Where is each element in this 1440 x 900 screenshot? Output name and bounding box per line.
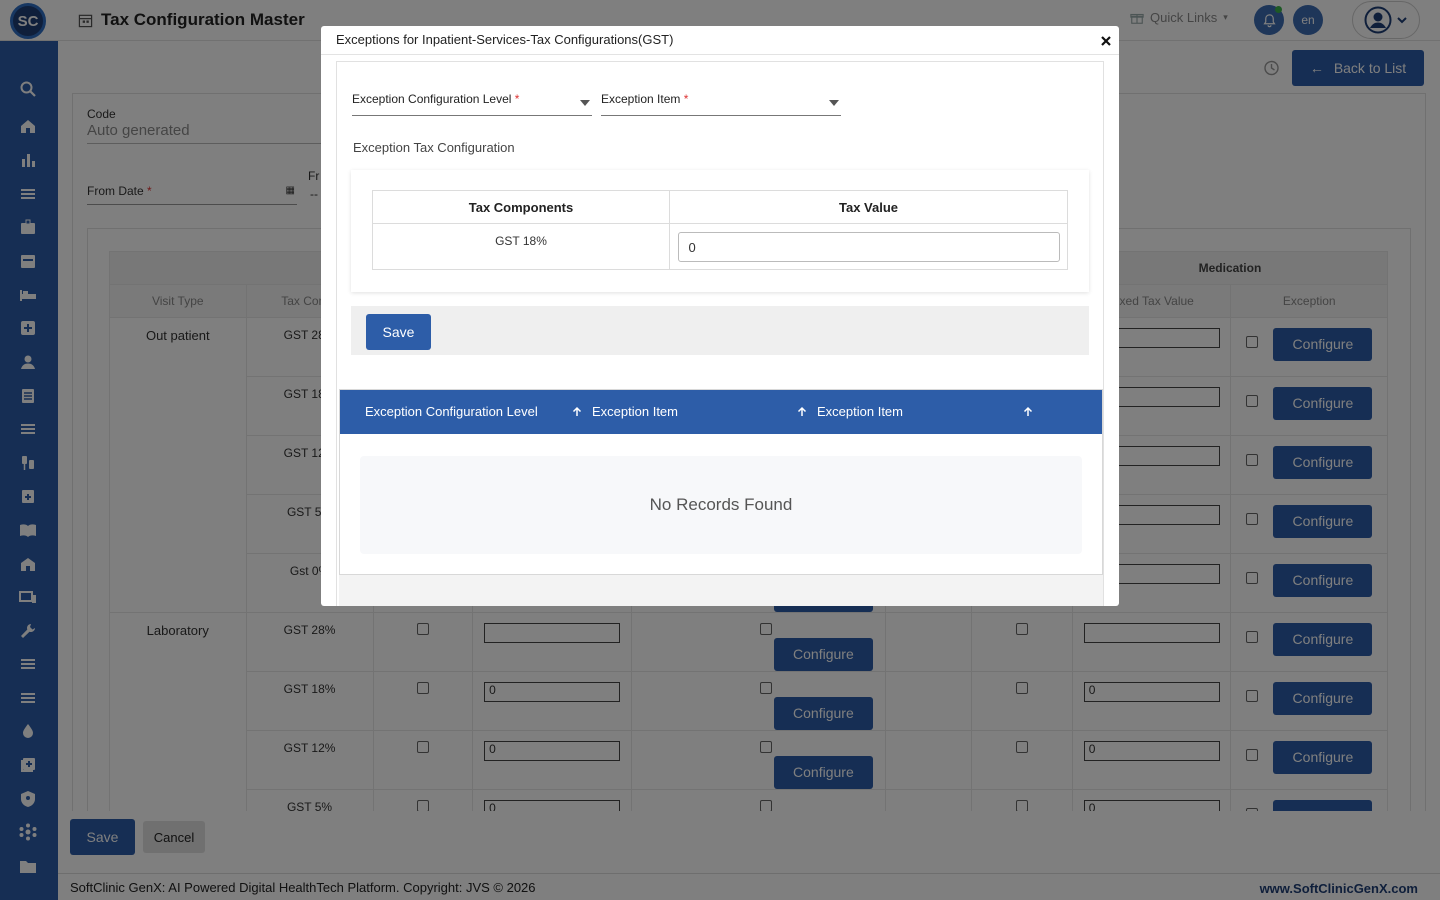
tax-component-cell: GST 18%	[372, 223, 670, 270]
sort-arrow-up-icon[interactable]	[571, 406, 583, 418]
exception-level-label: Exception Configuration Level	[352, 92, 512, 106]
required-mark: *	[683, 92, 689, 106]
exception-item-label: Exception Item	[601, 92, 681, 106]
caret-down-icon	[580, 100, 590, 106]
exception-item-select[interactable]: Exception Item *	[601, 92, 841, 116]
exception-level-select[interactable]: Exception Configuration Level *	[352, 92, 592, 116]
exceptions-grid-footer	[339, 575, 1103, 606]
table-row: GST 18% 0	[372, 223, 1068, 270]
sort-arrow-up-icon[interactable]	[1022, 406, 1034, 418]
tax-config-card: Tax Components Tax Value GST 18% 0	[351, 170, 1089, 292]
required-mark: *	[514, 92, 520, 106]
exception-tax-config-label: Exception Tax Configuration	[353, 140, 515, 155]
tax-value-input[interactable]: 0	[677, 232, 1060, 262]
col-exception-level[interactable]: Exception Configuration Level	[365, 404, 538, 419]
tax-components-header: Tax Components	[372, 190, 670, 224]
no-records-message: No Records Found	[360, 456, 1082, 554]
caret-down-icon	[829, 100, 839, 106]
col-exception-item[interactable]: Exception Item	[592, 404, 678, 419]
modal-header: Exceptions for Inpatient-Services-Tax Co…	[321, 26, 1119, 55]
exceptions-grid-header: Exception Configuration Level Exception …	[340, 390, 1102, 434]
modal-save-button[interactable]: Save	[366, 314, 431, 350]
modal-body: Exception Configuration Level * Exceptio…	[336, 61, 1104, 606]
tax-value-cell: 0	[669, 223, 1068, 270]
modal-action-strip: Save	[351, 306, 1089, 355]
tax-value-header: Tax Value	[669, 190, 1068, 224]
col-exception-item-2[interactable]: Exception Item	[817, 404, 903, 419]
tax-components-table: Tax Components Tax Value GST 18% 0	[372, 190, 1068, 270]
sort-arrow-up-icon[interactable]	[796, 406, 808, 418]
close-icon[interactable]	[1099, 34, 1113, 48]
modal-title: Exceptions for Inpatient-Services-Tax Co…	[336, 32, 674, 47]
exceptions-grid: Exception Configuration Level Exception …	[339, 389, 1103, 575]
exceptions-modal: Exceptions for Inpatient-Services-Tax Co…	[321, 26, 1119, 606]
